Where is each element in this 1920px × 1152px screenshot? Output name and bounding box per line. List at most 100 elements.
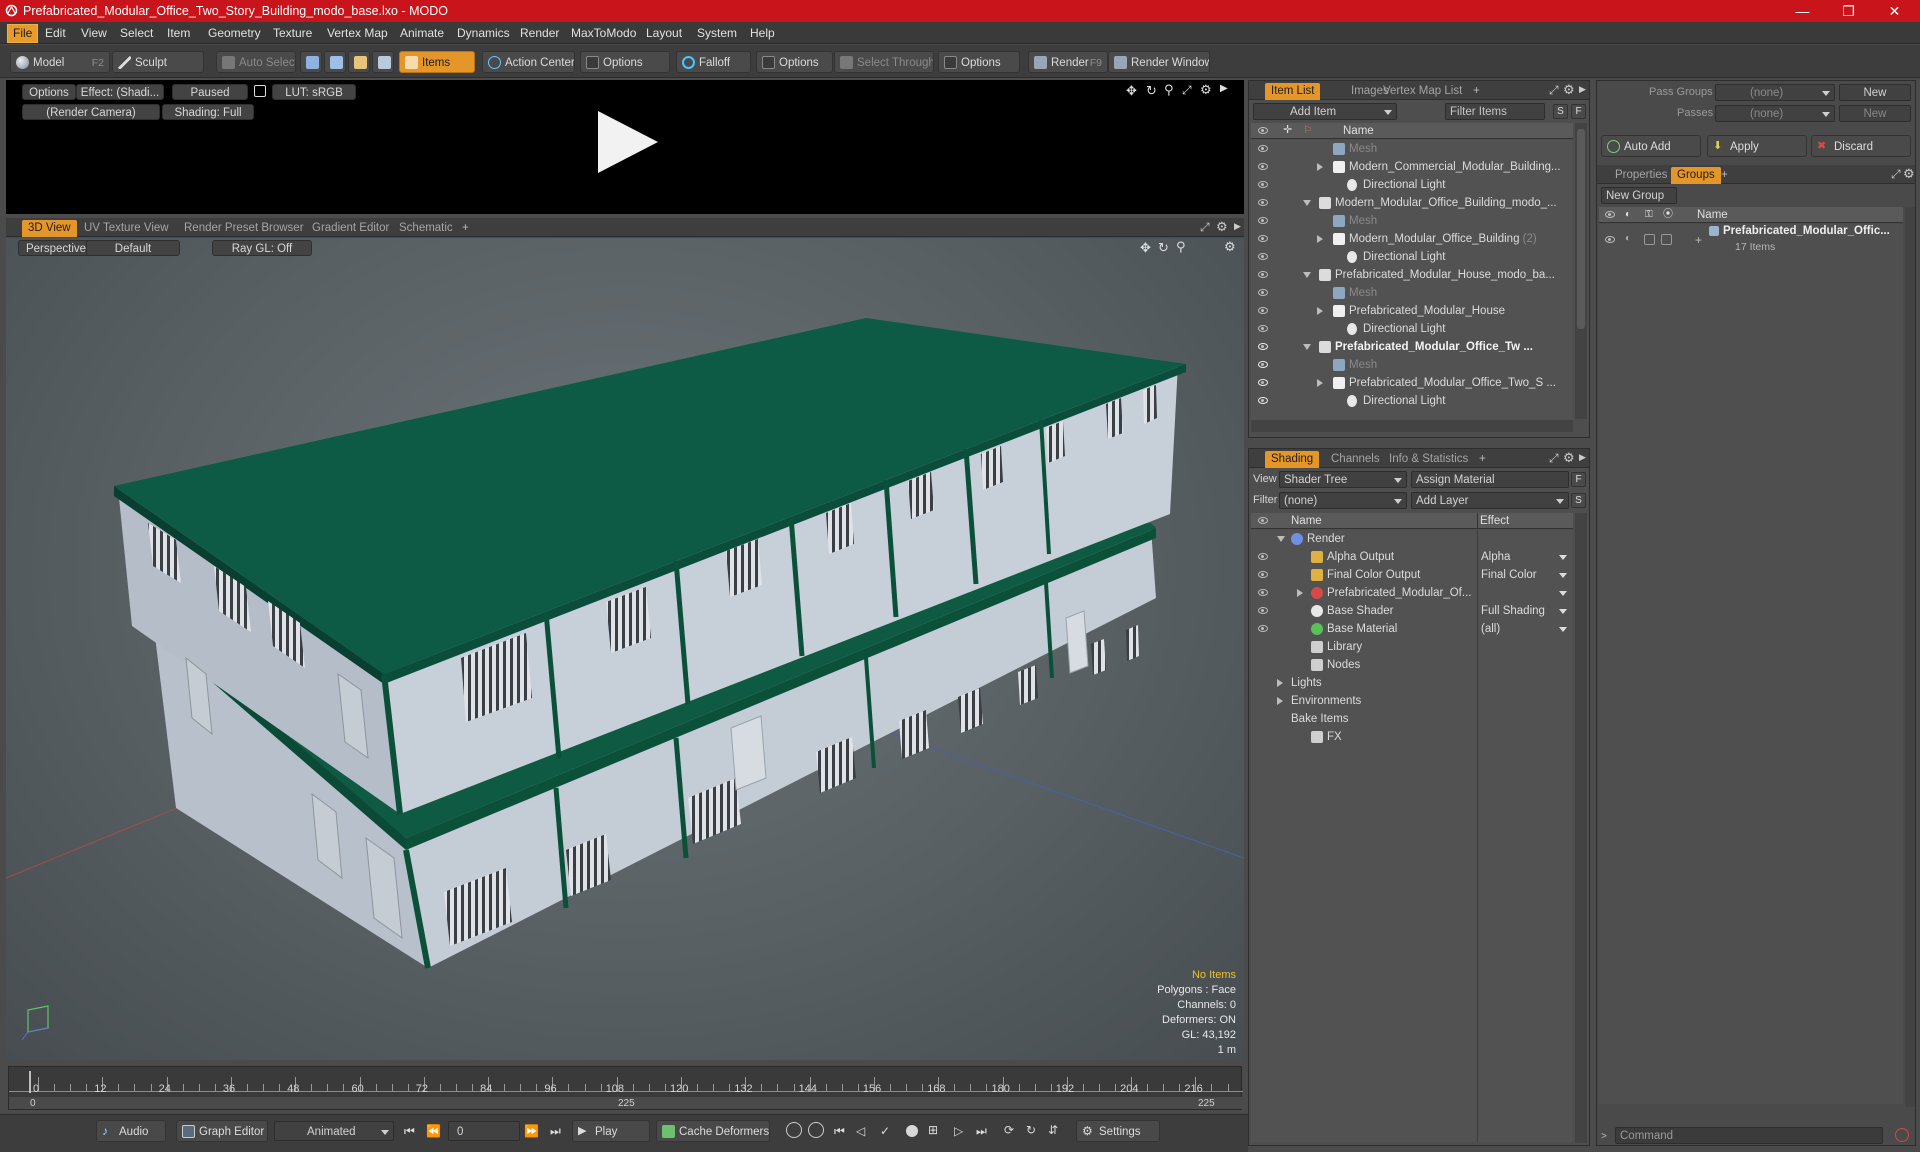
menu-item[interactable]: Item [162, 25, 195, 42]
perspective-dropdown[interactable]: Perspective [18, 240, 94, 256]
item-list-row[interactable]: Mesh [1251, 356, 1573, 374]
effect-value[interactable]: Final Color [1481, 566, 1537, 584]
arrow-right-icon[interactable]: ▶ [1220, 83, 1228, 94]
visibility-eye-icon[interactable] [1258, 217, 1268, 224]
visibility-eye-icon[interactable] [1258, 553, 1268, 560]
item-list-row[interactable]: Prefabricated_Modular_Office_Tw ... [1251, 338, 1573, 356]
tab-3d-view[interactable]: 3D View [22, 220, 77, 237]
action-center-options-button[interactable]: Options [580, 51, 670, 73]
menu-vertex-map[interactable]: Vertex Map [322, 25, 393, 42]
rotate-view-icon[interactable]: ↻ [1158, 240, 1169, 256]
search-f-button[interactable]: F [1571, 104, 1586, 119]
item-list-scrollbar[interactable] [1575, 123, 1587, 419]
expand-arrow-icon[interactable] [1317, 307, 1323, 315]
item-list-row[interactable]: Prefabricated_Modular_Office_Two_S ... [1251, 374, 1573, 392]
menu-animate[interactable]: Animate [395, 25, 449, 42]
shader-tree-row[interactable]: Final Color Output Final Color [1251, 566, 1573, 584]
gear-icon[interactable]: ⚙ [1200, 82, 1212, 98]
arrow-right-icon[interactable]: ▶ [1579, 452, 1586, 463]
tab-channels[interactable]: Channels [1325, 451, 1386, 468]
item-list-row[interactable]: Directional Light [1251, 176, 1573, 194]
add-tab-icon[interactable]: + [1467, 83, 1486, 100]
command-input[interactable]: Command [1615, 1127, 1883, 1144]
visibility-eye-icon[interactable] [1258, 145, 1268, 152]
cache-deformers-button[interactable]: Cache Deformers [656, 1120, 770, 1142]
maximize-view-icon[interactable]: ⤢ [1182, 83, 1192, 98]
new-pass-button[interactable]: New [1839, 105, 1911, 122]
effect-value[interactable]: Alpha [1481, 548, 1510, 566]
shading-f-button[interactable]: F [1571, 472, 1586, 487]
visibility-eye-icon[interactable] [1258, 397, 1268, 404]
shader-tree-row[interactable]: FX [1251, 728, 1573, 746]
move-view-icon[interactable]: ✥ [1140, 240, 1151, 256]
menu-render[interactable]: Render [515, 25, 564, 42]
preview-options-button[interactable]: Options [22, 84, 76, 100]
preview-lut-dropdown[interactable]: LUT: sRGB [272, 84, 356, 100]
keyframe-filter-icon[interactable] [786, 1122, 802, 1138]
menu-texture[interactable]: Texture [268, 25, 317, 42]
falloff-options-button[interactable]: Options [756, 51, 833, 73]
zoom-view-icon[interactable]: ⚲ [1164, 82, 1174, 98]
settings-button[interactable]: ⚙ Settings [1076, 1120, 1160, 1142]
gear-icon[interactable]: ⚙ [1563, 450, 1575, 466]
menu-system[interactable]: System [692, 25, 742, 42]
collapse-arrow-icon[interactable] [1277, 536, 1285, 542]
visibility-eye-icon[interactable] [1605, 236, 1615, 243]
item-list-row[interactable]: Modern_Modular_Office_Building (2) [1251, 230, 1573, 248]
animated-dropdown[interactable]: Animated [274, 1121, 394, 1141]
item-list-row[interactable]: Prefabricated_Modular_House_modo_ba... [1251, 266, 1573, 284]
set-key-icon[interactable]: ✓ [880, 1124, 890, 1138]
shader-tree-row[interactable]: Lights [1251, 674, 1573, 692]
play-preview-icon[interactable] [592, 107, 664, 177]
menu-edit[interactable]: Edit [40, 25, 71, 42]
effect-dropdown-arrow-icon[interactable] [1559, 609, 1567, 614]
new-pass-group-button[interactable]: New [1839, 84, 1911, 101]
action-center-button[interactable]: Action Center [482, 51, 575, 73]
frame-input[interactable]: 0 [448, 1121, 520, 1141]
shader-tree-row[interactable]: Render [1251, 530, 1573, 548]
filter-dropdown[interactable]: (none) [1279, 492, 1407, 509]
maximize-view-icon[interactable]: ⤢ [1549, 83, 1559, 98]
tab-uv-texture-view[interactable]: UV Texture View [78, 220, 175, 237]
bounce-icon[interactable]: ↻ [1026, 1123, 1036, 1137]
maximize-view-icon[interactable]: ⤢ [1549, 451, 1559, 466]
effect-dropdown-arrow-icon[interactable] [1559, 627, 1567, 632]
add-layer-dropdown[interactable]: Add Layer [1411, 492, 1569, 509]
shader-tree-row[interactable]: Prefabricated_Modular_Of... [1251, 584, 1573, 602]
effect-value[interactable]: Full Shading [1481, 602, 1545, 620]
gear-icon[interactable]: ⚙ [1216, 219, 1228, 235]
visibility-eye-icon[interactable] [1258, 253, 1268, 260]
pass-groups-dropdown[interactable]: (none) [1715, 84, 1835, 101]
audio-button[interactable]: ♪ Audio [96, 1120, 166, 1142]
model-mode-button[interactable]: Model F2 [10, 51, 110, 73]
3d-viewport[interactable]: Perspective Default Ray GL: Off ✥ ↻ ⚲ ⚙ … [6, 238, 1244, 1060]
sculpt-mode-button[interactable]: Sculpt [112, 51, 204, 73]
menu-view[interactable]: View [76, 25, 112, 42]
default-style-dropdown[interactable]: Default [86, 240, 180, 256]
visibility-eye-icon[interactable] [1258, 625, 1268, 632]
visibility-eye-icon[interactable] [1258, 607, 1268, 614]
next-keyframe-icon[interactable]: ▷ [954, 1124, 963, 1138]
render-button[interactable]: Render F9 [1028, 51, 1108, 73]
polygons-mode-button[interactable] [348, 51, 370, 73]
add-tab-icon[interactable]: + [1473, 451, 1492, 468]
items-mode-button[interactable]: Items [399, 51, 475, 73]
shader-tree-row[interactable]: Bake Items [1251, 710, 1573, 728]
go-start-icon[interactable]: ⏮ [404, 1124, 415, 1139]
item-list-h-scrollbar[interactable] [1251, 420, 1573, 432]
visibility-eye-icon[interactable] [1258, 307, 1268, 314]
shader-tree-row[interactable]: Base Material (all) [1251, 620, 1573, 638]
visibility-eye-icon[interactable] [1258, 181, 1268, 188]
menu-file[interactable]: File [6, 24, 39, 43]
play-button[interactable]: ▶ Play [572, 1120, 650, 1142]
shader-tree-row[interactable]: Nodes [1251, 656, 1573, 674]
expand-arrow-icon[interactable] [1317, 163, 1323, 171]
add-item-dropdown[interactable]: Add Item [1253, 103, 1397, 120]
preview-paused-button[interactable]: Paused [172, 84, 248, 100]
shading-s-button[interactable]: S [1571, 493, 1586, 508]
preview-effect-dropdown[interactable]: Effect: (Shadi... [76, 84, 164, 100]
effect-dropdown-arrow-icon[interactable] [1559, 591, 1567, 596]
visibility-eye-icon[interactable] [1258, 271, 1268, 278]
item-list-row[interactable]: Modern_Commercial_Modular_Building... [1251, 158, 1573, 176]
shader-tree-row[interactable]: Alpha Output Alpha [1251, 548, 1573, 566]
